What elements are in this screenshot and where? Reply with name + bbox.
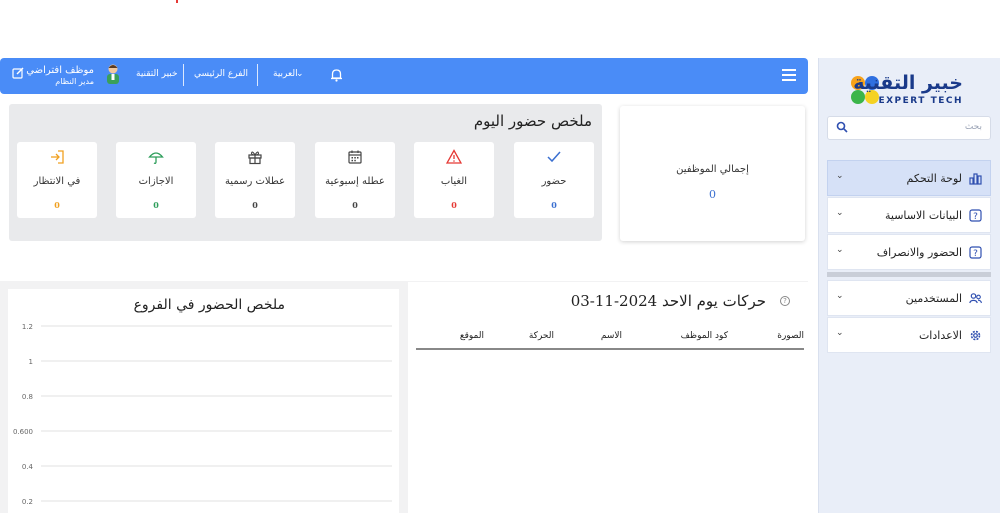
sidebar-scrollbar[interactable] xyxy=(827,272,991,277)
sidebar-item-label: الحضور والانصراف xyxy=(876,246,962,259)
edit-icon[interactable] xyxy=(12,67,24,79)
check-icon xyxy=(547,151,561,163)
card-value: 0 xyxy=(352,200,358,210)
sidebar-item-label: المستخدمين xyxy=(905,292,962,305)
bell-icon[interactable] xyxy=(330,68,343,82)
summary-title: ملخص حضور اليوم xyxy=(473,112,592,130)
chevron-down-icon: ⌄ xyxy=(836,328,844,338)
card-public-holidays[interactable]: عطلات رسمية 0 xyxy=(215,142,295,218)
card-leaves[interactable]: الاجازات 0 xyxy=(116,142,196,218)
y-tick-label: 0.2 xyxy=(22,498,33,506)
card-label: الغياب xyxy=(440,176,468,187)
card-value: 0 xyxy=(54,200,60,210)
dashboard-page: خبير التقنية EXPERT TECH بحث لوحة التحكم… xyxy=(0,0,1000,513)
sidebar-item-dashboard[interactable]: لوحة التحكم ⌄ xyxy=(827,160,991,196)
top-bar: موظف افتراضي مدير النظام خبير التقنية ال… xyxy=(0,58,808,94)
sidebar-item-attendance[interactable]: ? الحضور والانصراف ⌄ xyxy=(827,234,991,270)
gear-icon xyxy=(970,330,981,341)
movements-table-header: الصورة كود الموظف الاسم الحركة الموقع xyxy=(416,328,804,350)
y-tick-label: 1 xyxy=(29,358,33,366)
y-tick-label: 1.2 xyxy=(22,323,33,331)
search-icon xyxy=(836,121,848,133)
calendar-icon xyxy=(348,150,362,164)
card-value: 0 xyxy=(153,200,159,210)
search-input[interactable]: بحث xyxy=(827,116,991,140)
umbrella-icon xyxy=(148,152,164,164)
help-icon: ? xyxy=(969,209,982,222)
chevron-down-icon: ⌄ xyxy=(836,208,844,218)
branches-attendance-chart: ملخص الحضور في الفروع 1.2 1 0.8 0.600 0.4 0.2 xyxy=(8,289,399,513)
sidebar-item-settings[interactable]: الاعدادات ⌄ xyxy=(827,317,991,353)
sidebar-item-label: لوحة التحكم xyxy=(906,172,962,185)
sidebar-item-basic-data[interactable]: ? البيانات الاساسية ⌄ xyxy=(827,197,991,233)
card-label: عطلات رسمية xyxy=(224,176,286,187)
sidebar-item-label: البيانات الاساسية xyxy=(885,209,962,222)
column-header[interactable]: الصورة xyxy=(777,331,804,341)
menu-toggle-icon[interactable] xyxy=(782,69,796,81)
search-placeholder: بحث xyxy=(964,122,982,132)
branch-selector[interactable]: الفرع الرئيسي xyxy=(194,69,248,79)
help-icon: ? xyxy=(969,246,982,259)
help-icon[interactable]: ? xyxy=(780,296,790,306)
daily-movements-card: حركات يوم الاحد 2024-11-03 ? الصورة كود … xyxy=(408,282,808,513)
chevron-down-icon: ⌄ xyxy=(836,245,844,255)
language-selector[interactable]: العربية xyxy=(273,69,298,79)
y-tick-label: 0.600 xyxy=(13,428,33,436)
chevron-down-icon: ⌄ xyxy=(836,171,844,181)
brand-name-en: EXPERT TECH xyxy=(878,96,963,106)
card-value: 0 xyxy=(551,200,557,210)
column-header[interactable]: كود الموظف xyxy=(681,331,728,341)
y-tick-label: 0.8 xyxy=(22,393,33,401)
sidebar-menu: لوحة التحكم ⌄ ? البيانات الاساسية ⌄ ? ال… xyxy=(827,160,991,354)
divider xyxy=(257,64,258,86)
svg-text:?: ? xyxy=(973,212,978,222)
card-present[interactable]: حضور 0 xyxy=(514,142,594,218)
card-label: حضور xyxy=(541,176,567,187)
gift-icon xyxy=(248,151,262,165)
column-header[interactable]: الموقع xyxy=(460,331,484,341)
divider xyxy=(183,64,184,86)
user-name: موظف افتراضي xyxy=(26,65,94,76)
chevron-down-icon: ⌄ xyxy=(836,291,844,301)
card-label: عطله إسبوعية xyxy=(325,176,385,187)
total-employees-card[interactable]: إجمالي الموظفين 0 xyxy=(620,106,805,241)
card-label: الاجازات xyxy=(138,176,174,187)
sidebar-item-users[interactable]: المستخدمين ⌄ xyxy=(827,280,991,316)
decorative-dot xyxy=(176,0,178,3)
user-role: مدير النظام xyxy=(55,77,94,86)
chart-canvas: 1.2 1 0.8 0.600 0.4 0.2 xyxy=(13,323,392,506)
warning-icon xyxy=(446,149,462,164)
brand-logo[interactable]: خبير التقنية EXPERT TECH xyxy=(849,72,967,112)
movements-title: حركات يوم الاحد 2024-11-03 xyxy=(570,292,766,310)
dashboard-icon xyxy=(969,173,982,185)
card-absent[interactable]: الغياب 0 xyxy=(414,142,494,218)
sidebar-item-label: الاعدادات xyxy=(918,329,962,342)
card-label: في الانتظار xyxy=(33,176,81,187)
y-tick-label: 0.4 xyxy=(22,463,34,471)
svg-text:?: ? xyxy=(973,249,978,259)
sidebar: خبير التقنية EXPERT TECH بحث لوحة التحكم… xyxy=(818,58,1000,513)
card-value: 0 xyxy=(252,200,258,210)
attendance-summary-panel: ملخص حضور اليوم حضور 0 الغياب 0 عطله إسب… xyxy=(9,104,602,241)
total-label: إجمالي الموظفين xyxy=(676,164,749,175)
column-header[interactable]: الاسم xyxy=(601,331,622,341)
login-icon xyxy=(51,150,64,164)
column-header[interactable]: الحركة xyxy=(529,331,554,341)
users-icon xyxy=(969,293,982,304)
avatar[interactable] xyxy=(104,63,122,85)
total-value: 0 xyxy=(709,188,716,201)
card-weekly-off[interactable]: عطله إسبوعية 0 xyxy=(315,142,395,218)
brand-name-ar: خبير التقنية xyxy=(853,72,963,94)
card-value: 0 xyxy=(451,200,457,210)
card-pending[interactable]: في الانتظار 0 xyxy=(17,142,97,218)
company-name: خبير التقنية xyxy=(136,69,178,79)
